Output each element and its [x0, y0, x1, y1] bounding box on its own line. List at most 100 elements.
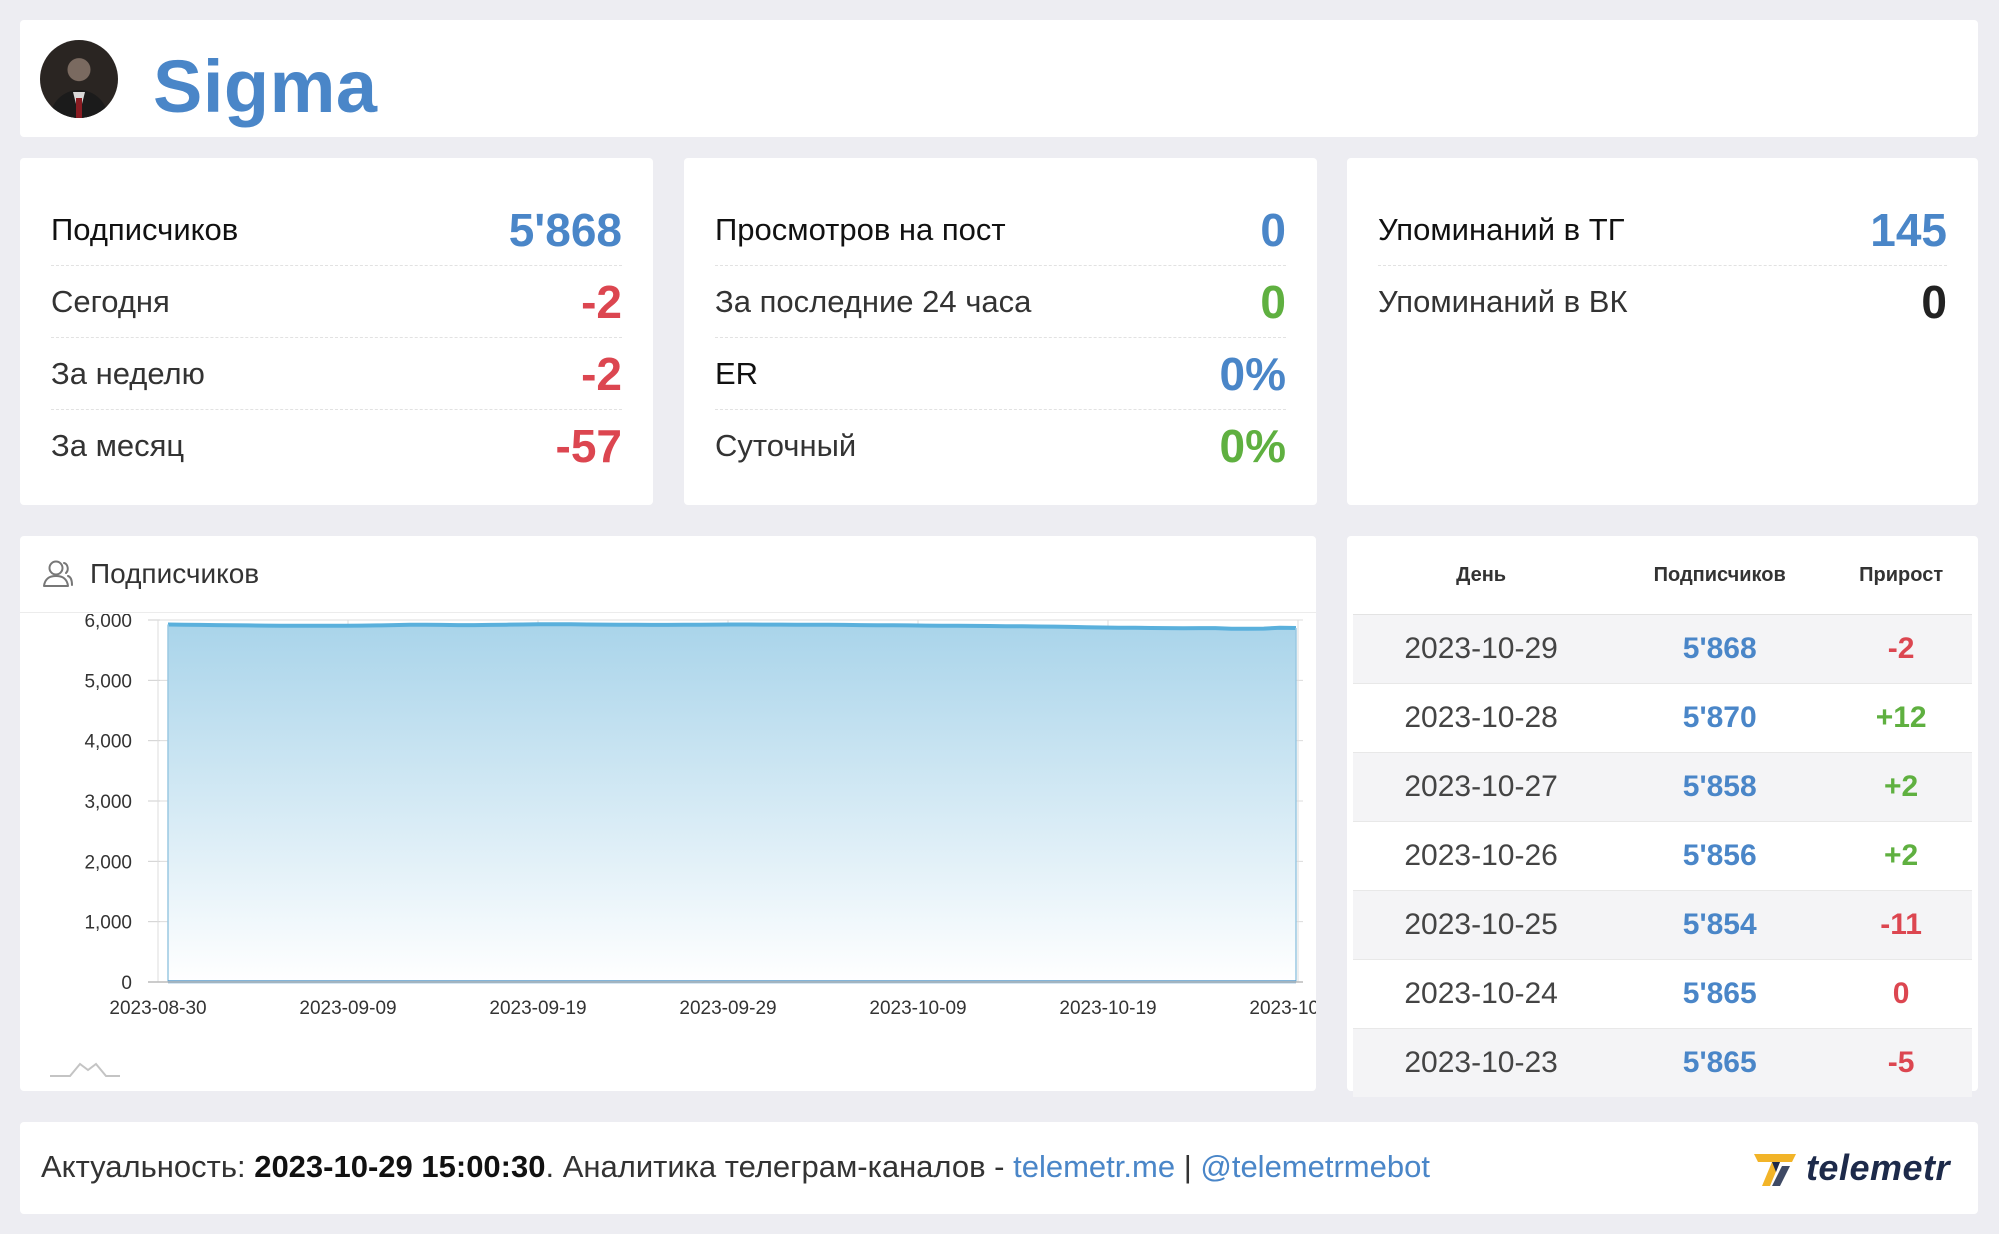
- table-cell-day: 2023-10-29: [1353, 614, 1610, 684]
- table-cell-subscribers: 5'865: [1609, 1028, 1831, 1097]
- column-header-subscribers[interactable]: Подписчиков: [1609, 536, 1831, 615]
- stat-label: За неделю: [51, 355, 205, 391]
- stat-row-subscribers: Подписчиков 5'868: [51, 194, 622, 266]
- stat-label: Сегодня: [51, 283, 170, 319]
- column-header-growth[interactable]: Прирост: [1830, 536, 1972, 615]
- y-tick-label: 2,000: [84, 852, 132, 873]
- chart-header: Подписчиков: [20, 536, 1316, 613]
- table-cell-day: 2023-10-26: [1353, 821, 1610, 891]
- stat-value: 0: [1921, 276, 1947, 328]
- table-cell-day: 2023-10-28: [1353, 683, 1610, 753]
- table-row: 2023-10-26 5'856 +2: [1353, 821, 1972, 891]
- stat-label: За последние 24 часа: [715, 283, 1032, 319]
- footer-description: . Аналитика телеграм-каналов -: [545, 1149, 1014, 1184]
- stat-row-mentions-tg: Упоминаний в ТГ 145: [1378, 194, 1947, 266]
- table-row: 2023-10-29 5'868 -2: [1353, 614, 1972, 684]
- y-tick-label: 1,000: [84, 913, 132, 934]
- stat-value: 5'868: [508, 203, 622, 256]
- table-row: 2023-10-25 5'854 -11: [1353, 890, 1972, 960]
- x-tick-label: 2023-09-09: [299, 998, 396, 1019]
- daily-stats-panel: День Подписчиков Прирост 2023-10-29 5'868…: [1347, 536, 1978, 1097]
- stat-row-er: ER 0%: [715, 338, 1286, 410]
- table-row: 2023-10-27 5'858 +2: [1353, 752, 1972, 822]
- stat-row-daily: Суточный 0%: [715, 410, 1286, 482]
- stat-label: За месяц: [51, 428, 185, 463]
- mentions-card: Упоминаний в ТГ 145 Упоминаний в ВК 0: [1347, 158, 1978, 505]
- stat-label: Суточный: [715, 428, 857, 463]
- stat-value: -2: [581, 275, 622, 328]
- table-cell-subscribers: 5'868: [1609, 614, 1831, 684]
- stat-value: 145: [1870, 203, 1947, 256]
- stat-label: Упоминаний в ТГ: [1378, 211, 1625, 247]
- views-card: Просмотров на пост 0 За последние 24 час…: [684, 158, 1317, 505]
- subscribers-chart-panel: Подписчиков 6,000 5,000 4,000 3,000 2,000 1,0…: [20, 536, 1316, 1091]
- y-tick-label: 5,000: [84, 671, 132, 692]
- stat-row-views-per-post: Просмотров на пост 0: [715, 194, 1286, 266]
- stat-row-month: За месяц -57: [51, 410, 622, 482]
- x-tick-label: 2023-10-19: [1059, 998, 1156, 1019]
- telemetr-brand-name: telemetr: [1805, 1147, 1950, 1188]
- stat-label: ER: [715, 355, 759, 391]
- footer: Актуальность: 2023-10-29 15:00:30. Анали…: [20, 1122, 1978, 1214]
- table-cell-subscribers: 5'854: [1609, 890, 1831, 960]
- table-row: 2023-10-24 5'865 0: [1353, 959, 1972, 1029]
- x-tick-label: 2023-09-19: [489, 998, 586, 1019]
- stat-value: 0: [1260, 275, 1286, 328]
- daily-stats-table: День Подписчиков Прирост 2023-10-29 5'868…: [1353, 536, 1972, 1097]
- telemetr-site-link[interactable]: telemetr.me: [1013, 1149, 1175, 1184]
- table-cell-subscribers: 5'870: [1609, 683, 1831, 753]
- stat-label: Подписчиков: [51, 211, 239, 247]
- channel-title[interactable]: Sigma: [153, 50, 378, 124]
- table-row: 2023-10-28 5'870 +12: [1353, 683, 1972, 753]
- y-tick-label: 0: [121, 973, 132, 994]
- table-cell-subscribers: 5'865: [1609, 959, 1831, 1029]
- stat-label: Упоминаний в ВК: [1378, 284, 1628, 319]
- table-cell-day: 2023-10-27: [1353, 752, 1610, 822]
- x-tick-label: 2023-10-09: [869, 998, 966, 1019]
- table-cell-growth: -11: [1830, 890, 1972, 960]
- y-tick-label: 3,000: [84, 792, 132, 813]
- user-icon: [43, 560, 73, 587]
- stat-label: Просмотров на пост: [715, 211, 1006, 247]
- chart-heading: Подписчиков: [90, 558, 260, 589]
- footer-prefix: Актуальность:: [41, 1149, 255, 1184]
- table-cell-growth: 0: [1830, 959, 1972, 1029]
- y-tick-label: 6,000: [84, 614, 132, 632]
- stat-row-mentions-vk: Упоминаний в ВК 0: [1378, 266, 1947, 338]
- stat-value: -57: [555, 420, 622, 472]
- y-tick-label: 4,000: [84, 732, 132, 753]
- table-cell-growth: +2: [1830, 752, 1972, 822]
- table-cell-growth: +12: [1830, 683, 1972, 753]
- stat-row-week: За неделю -2: [51, 338, 622, 410]
- x-tick-label: 2023-08-30: [109, 998, 206, 1019]
- telemetr-logo-icon: [1753, 1154, 1796, 1186]
- table-row: 2023-10-23 5'865 -5: [1353, 1028, 1972, 1097]
- table-cell-subscribers: 5'856: [1609, 821, 1831, 891]
- table-cell-growth: +2: [1830, 821, 1972, 891]
- footer-text: Актуальность: 2023-10-29 15:00:30. Анали…: [41, 1149, 1430, 1185]
- stat-value: -2: [581, 347, 622, 400]
- table-cell-day: 2023-10-23: [1353, 1028, 1610, 1097]
- table-cell-day: 2023-10-25: [1353, 890, 1610, 960]
- table-cell-subscribers: 5'858: [1609, 752, 1831, 822]
- footer-timestamp: 2023-10-29 15:00:30: [254, 1149, 546, 1184]
- stat-value: 0%: [1219, 347, 1286, 400]
- x-tick-label: 2023-09-29: [679, 998, 776, 1019]
- channel-header: Sigma: [20, 20, 1978, 137]
- footer-separator: |: [1175, 1149, 1201, 1184]
- channel-avatar[interactable]: [40, 40, 118, 118]
- stat-row-today: Сегодня -2: [51, 266, 622, 338]
- range-navigator-sparkline[interactable]: [50, 1062, 120, 1077]
- table-header-row: День Подписчиков Прирост: [1353, 536, 1972, 615]
- table-cell-growth: -5: [1830, 1028, 1972, 1097]
- subscribers-area-chart[interactable]: 6,000 5,000 4,000 3,000 2,000 1,000 0 2023-08-3…: [20, 614, 1316, 1084]
- x-tick-label: 2023-10-29: [1249, 998, 1316, 1019]
- subscribers-card: Подписчиков 5'868 Сегодня -2 За неделю -…: [20, 158, 653, 505]
- subscribers-area-fill: [168, 624, 1296, 982]
- stat-row-last-24h: За последние 24 часа 0: [715, 266, 1286, 338]
- table-cell-day: 2023-10-24: [1353, 959, 1610, 1029]
- column-header-day[interactable]: День: [1353, 536, 1610, 615]
- telemetr-brand[interactable]: telemetr: [1752, 1144, 1950, 1192]
- stat-value: 0: [1260, 203, 1286, 256]
- telemetr-bot-link[interactable]: @telemetrmebot: [1200, 1149, 1430, 1184]
